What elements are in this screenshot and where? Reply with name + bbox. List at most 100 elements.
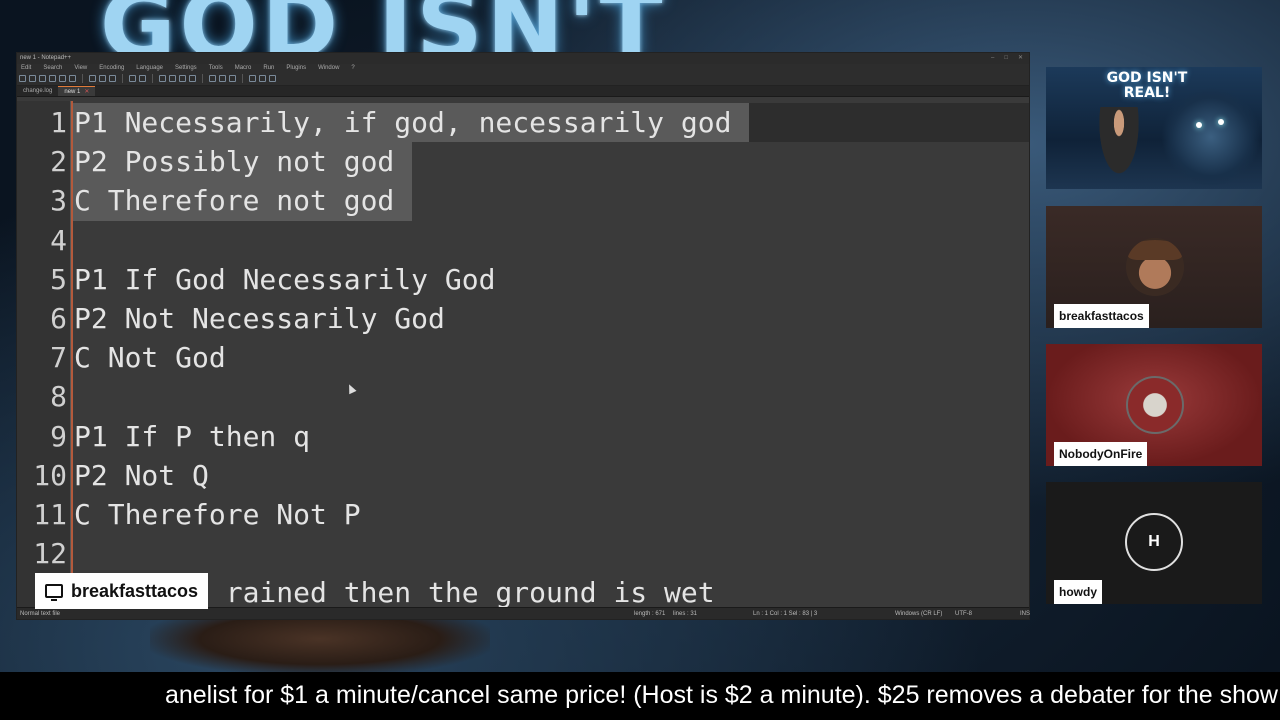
thumbnail-title: GOD ISN'T REAL! — [1106, 70, 1188, 101]
line-number: 6 — [50, 301, 67, 335]
cut-icon[interactable] — [89, 75, 96, 82]
toolbar-separator — [242, 74, 243, 83]
code-line[interactable]: 1 P1 Necessarily, if god, necessarily god — [17, 103, 1029, 143]
status-position: Ln : 1 Col : 1 Sel : 83 | 3 — [753, 611, 818, 617]
show-thumbnail: GOD ISN'T REAL! — [1046, 67, 1262, 189]
line-text: C Therefore Not P — [74, 497, 361, 531]
menu-item[interactable]: Macro — [235, 64, 252, 72]
code-line[interactable]: 10 P2 Not Q — [17, 456, 1029, 495]
code-line[interactable]: 2 P2 Possibly not god — [17, 142, 1029, 182]
toolbar-separator — [82, 74, 83, 83]
record-macro-icon[interactable] — [249, 75, 256, 82]
code-line[interactable]: 11 C Therefore Not P — [17, 495, 1029, 534]
code-line[interactable]: 8 — [17, 377, 1029, 416]
word-wrap-icon[interactable] — [209, 75, 216, 82]
save-icon[interactable] — [39, 75, 46, 82]
toolbar-separator — [122, 74, 123, 83]
file-tabs: change.log new 1 ✕ — [17, 86, 1029, 97]
undo-icon[interactable] — [129, 75, 136, 82]
toolbar — [17, 72, 1029, 86]
monster-art — [1161, 87, 1261, 187]
maximize-icon[interactable]: □ — [1004, 53, 1008, 64]
print-icon[interactable] — [69, 75, 76, 82]
save-all-icon[interactable] — [49, 75, 56, 82]
line-number: 2 — [50, 145, 67, 179]
code-editor[interactable]: 1 P1 Necessarily, if god, necessarily god… — [17, 101, 1029, 607]
menu-item[interactable]: View — [74, 64, 87, 72]
tab-new-1[interactable]: new 1 ✕ — [58, 86, 96, 97]
line-text: C Not God — [74, 341, 226, 375]
participant-tile-nobodyonfire[interactable]: NobodyOnFire — [1046, 344, 1262, 466]
close-icon[interactable]: ✕ — [1018, 53, 1023, 64]
save-macro-icon[interactable] — [269, 75, 276, 82]
menu-item[interactable]: Plugins — [286, 64, 306, 72]
window-controls: – □ ✕ — [991, 53, 1029, 64]
menu-item[interactable]: ? — [351, 64, 354, 72]
participant-tile-howdy[interactable]: H howdy — [1046, 482, 1262, 604]
participant-tile-breakfasttacos[interactable]: breakfasttacos — [1046, 206, 1262, 328]
line-text: P2 Not Necessarily God — [74, 301, 445, 335]
line-text: P2 Not Q — [74, 458, 209, 492]
menu-item[interactable]: Window — [318, 64, 339, 72]
status-mode: INS — [1020, 611, 1031, 617]
find-icon[interactable] — [159, 75, 166, 82]
play-macro-icon[interactable] — [259, 75, 266, 82]
window-titlebar: new 1 - Notepad++ – □ ✕ — [17, 53, 1029, 64]
line-number: 7 — [50, 341, 67, 375]
host-figure-background — [150, 615, 490, 675]
indent-guide-icon[interactable] — [229, 75, 236, 82]
menu-item[interactable]: Encoding — [99, 64, 124, 72]
menu-item[interactable]: Tools — [209, 64, 223, 72]
selected-line-text: C Therefore not god — [73, 181, 413, 221]
bottom-ticker: anelist for $1 a minute/cancel same pric… — [0, 672, 1280, 720]
menu-item[interactable]: Run — [263, 64, 274, 72]
copy-icon[interactable] — [99, 75, 106, 82]
participant-name: NobodyOnFire — [1054, 442, 1148, 466]
line-number: 9 — [50, 419, 67, 453]
line-text: P1 If P then q — [74, 419, 311, 453]
redo-icon[interactable] — [139, 75, 146, 82]
tab-label: change.log — [23, 88, 53, 94]
replace-icon[interactable] — [169, 75, 176, 82]
menu-item[interactable]: Search — [43, 64, 62, 72]
line-number: 1 — [50, 106, 67, 139]
status-length: length : 671 — [634, 611, 666, 617]
code-line[interactable]: 5 P1 If God Necessarily God — [17, 260, 1029, 299]
code-line[interactable]: 3C Therefore not god — [17, 181, 1029, 221]
code-line[interactable]: 4 — [17, 221, 1029, 260]
window-title: new 1 - Notepad++ — [20, 55, 72, 61]
monster-eye — [1196, 122, 1202, 128]
participant-name: breakfasttacos — [1054, 304, 1149, 328]
code-line[interactable]: 12 — [17, 534, 1029, 573]
status-file-type: Normal text file — [20, 611, 61, 617]
menu-item[interactable]: Settings — [175, 64, 197, 72]
tab-label: new 1 — [64, 88, 81, 95]
paste-icon[interactable] — [109, 75, 116, 82]
menu-item[interactable]: Edit — [21, 64, 31, 72]
tab-close-icon[interactable]: ✕ — [84, 87, 89, 97]
minimize-icon[interactable]: – — [991, 53, 994, 64]
line-number: 8 — [50, 380, 67, 414]
open-file-icon[interactable] — [29, 75, 36, 82]
show-all-chars-icon[interactable] — [219, 75, 226, 82]
line-text: P1 If God Necessarily God — [74, 262, 496, 296]
running-man-art — [1094, 107, 1144, 187]
code-line[interactable]: 9 P1 If P then q — [17, 417, 1029, 456]
code-line[interactable]: 6 P2 Not Necessarily God — [17, 299, 1029, 338]
new-file-icon[interactable] — [19, 75, 26, 82]
status-encoding: UTF-8 — [955, 611, 972, 617]
active-speaker-tag: breakfasttacos — [35, 573, 209, 609]
zoom-in-icon[interactable] — [179, 75, 186, 82]
close-file-icon[interactable] — [59, 75, 66, 82]
code-line[interactable]: 7C Not God — [17, 338, 1029, 377]
monitor-icon — [45, 584, 63, 601]
notepad-window: new 1 - Notepad++ – □ ✕ Edit Search View En… — [16, 52, 1030, 620]
toolbar-separator — [202, 74, 203, 83]
menu-item[interactable]: Language — [136, 64, 163, 72]
status-eol: Windows (CR LF) — [895, 611, 943, 617]
line-number: 4 — [50, 223, 67, 257]
zoom-out-icon[interactable] — [189, 75, 196, 82]
monster-eye — [1218, 119, 1224, 125]
avatar — [1126, 376, 1184, 434]
tab-change-log[interactable]: change.log — [17, 86, 58, 96]
